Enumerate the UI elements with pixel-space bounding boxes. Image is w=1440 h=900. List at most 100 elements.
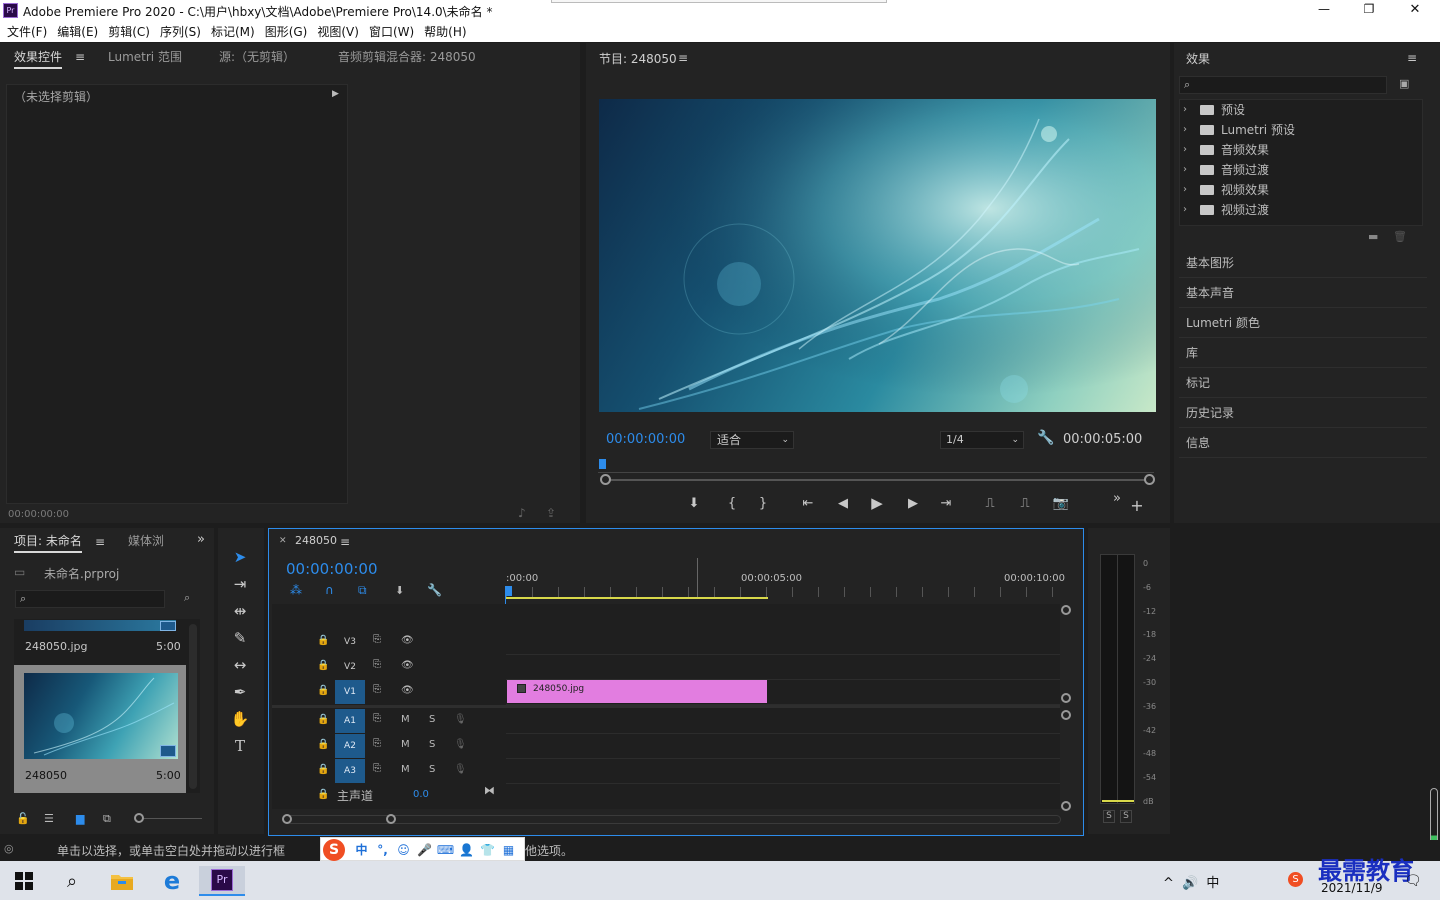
menu-icon[interactable]: ≡ [95,535,105,549]
h-scrollbar[interactable] [283,815,1061,824]
add-button-icon[interactable]: + [1128,496,1146,515]
microphone-icon[interactable]: 🎙 [454,714,467,725]
maximize-button[interactable]: ❐ [1354,2,1384,16]
add-marker-icon[interactable]: ⬇ [685,494,703,512]
program-scrubber[interactable] [598,459,1154,473]
zoom-slider[interactable] [138,818,202,819]
export-icon[interactable]: ⇪ [546,506,556,520]
menu-icon[interactable]: ≡ [1407,51,1417,65]
track-lock-icon[interactable]: 🔒 [317,764,329,775]
effects-search-input[interactable]: ⌕ [1179,76,1387,94]
solo-button[interactable]: S [429,714,435,725]
sync-lock-icon[interactable]: ⎘ [373,659,381,670]
minimize-button[interactable]: — [1309,2,1339,16]
effects-section-header[interactable]: 标记 [1179,368,1427,398]
microphone-icon[interactable]: 🎙 [454,739,467,750]
mark-out-icon[interactable]: } [754,494,772,512]
find-icon[interactable]: ⌕ [184,591,190,605]
zoom-handle-right[interactable] [1144,474,1155,485]
sequence-name[interactable]: 248050 [25,769,67,782]
play-icon[interactable]: ▶ [868,494,886,512]
effects-section-header[interactable]: 基本声音 [1179,278,1427,308]
project-item-name[interactable]: 248050.jpg [25,640,88,653]
solo-right-button[interactable]: S [1120,810,1132,823]
tab-source[interactable]: 源:（无剪辑） [219,50,295,64]
sync-lock-icon[interactable]: ⎘ [373,738,381,749]
type-tool-icon[interactable]: T [228,735,252,757]
icon-view-icon[interactable]: ▆ [76,812,84,825]
track-lock-icon[interactable]: 🔒 [317,660,329,671]
ime-item[interactable]: 中 [351,841,372,858]
track-lock-icon[interactable]: 🔒 [317,714,329,725]
linked-select-icon[interactable]: ⧉ [358,583,367,598]
zoom-bar[interactable] [604,479,1152,481]
h-scroll-handle-right[interactable] [386,814,396,824]
project-search-input[interactable]: ⌕ [15,590,165,608]
track-select-tool-icon[interactable]: ⇥ [228,573,252,595]
ruler-ticks[interactable] [506,587,1060,597]
step-back-icon[interactable]: ◀ [834,494,852,512]
solo-button[interactable]: S [429,764,435,775]
menu-item-6[interactable]: 视图(V) [312,22,364,42]
track-target[interactable]: V1 [335,680,365,704]
playhead-icon[interactable] [599,459,606,469]
ripple-edit-tool-icon[interactable]: ⇹ [228,600,252,622]
effects-tree-item[interactable]: › 视频效果 [1181,180,1421,200]
ime-item[interactable]: 🎤 [414,843,435,857]
notification-icon[interactable]: 🗨 [1404,873,1422,889]
timeline-timecode[interactable]: 00:00:00:00 [286,560,378,578]
lock-icon[interactable]: 🔓 [16,812,30,825]
sync-lock-icon[interactable]: ⎘ [373,684,381,695]
track-target[interactable]: A2 [335,734,365,758]
new-bin-icon[interactable]: ▣ [1399,77,1409,90]
menu-item-7[interactable]: 窗口(W) [364,22,419,42]
effects-section-header[interactable]: Lumetri 颜色 [1179,308,1427,338]
sequence-tab[interactable]: 248050 [295,534,337,547]
edge-icon[interactable]: e [152,866,192,896]
ime-item[interactable]: ▦ [498,843,519,857]
menu-icon[interactable]: ≡ [75,50,85,64]
menu-item-3[interactable]: 序列(S) [155,22,206,42]
track-target[interactable]: A1 [335,709,365,733]
sync-lock-icon[interactable]: ⎘ [373,763,381,774]
v-scroll-handle-top[interactable] [1061,605,1071,615]
master-end-icon[interactable]: ⧓ [484,784,495,797]
video-track-header[interactable]: 🔒 V3 ⎘ 👁 [272,630,502,654]
start-button[interactable] [4,866,44,896]
wrench-icon[interactable]: 🔧 [1037,430,1054,446]
expand-arrow-icon[interactable]: ▶ [332,89,339,99]
tab-project[interactable]: 项目: 未命名 [14,534,82,553]
mark-in-icon[interactable]: { [723,494,741,512]
ime-item[interactable]: 👤 [456,843,477,857]
project-scrollbar[interactable] [189,624,197,789]
solo-button[interactable]: S [429,739,435,750]
effects-section-header[interactable]: 库 [1179,338,1427,368]
eye-icon[interactable]: 👁 [401,685,414,696]
playhead-icon[interactable] [505,586,512,596]
audio-track-header[interactable]: 🔒 A3 ⎘ M S 🎙 [272,759,502,783]
master-volume[interactable]: 0.0 [413,789,429,800]
sync-lock-icon[interactable]: ⎘ [373,713,381,724]
video-track-header[interactable]: 🔒 V1 ⎘ 👁 [272,680,502,704]
mute-button[interactable]: M [401,764,410,775]
menu-item-0[interactable]: 文件(F) [2,22,52,42]
effects-tree-item[interactable]: › 音频过渡 [1181,160,1421,180]
audio-track-header[interactable]: 🔒 A2 ⎘ M S 🎙 [272,734,502,758]
menu-item-2[interactable]: 剪辑(C) [103,22,155,42]
selection-tool-icon[interactable]: ➤ [228,546,252,568]
mute-button[interactable]: M [401,739,410,750]
menu-icon[interactable]: ≡ [678,51,688,65]
audio-meter-channels[interactable] [1100,554,1135,804]
zoom-slider-handle[interactable] [134,813,144,823]
file-explorer-icon[interactable] [102,866,142,896]
more-icon[interactable]: » [1108,489,1126,507]
search-icon[interactable]: ⌕ [52,866,92,896]
sync-lock-icon[interactable]: ⎘ [373,634,381,645]
track-target[interactable]: V2 [335,655,365,679]
pen-tool-icon[interactable]: ✒ [228,681,252,703]
sequence-thumbnail[interactable] [24,673,178,759]
fit-dropdown[interactable]: 适合 ⌄ [710,431,794,449]
effects-section-header[interactable]: 基本图形 [1179,248,1427,278]
effects-tree-item[interactable]: › Lumetri 预设 [1181,120,1421,140]
mute-button[interactable]: M [401,714,410,725]
